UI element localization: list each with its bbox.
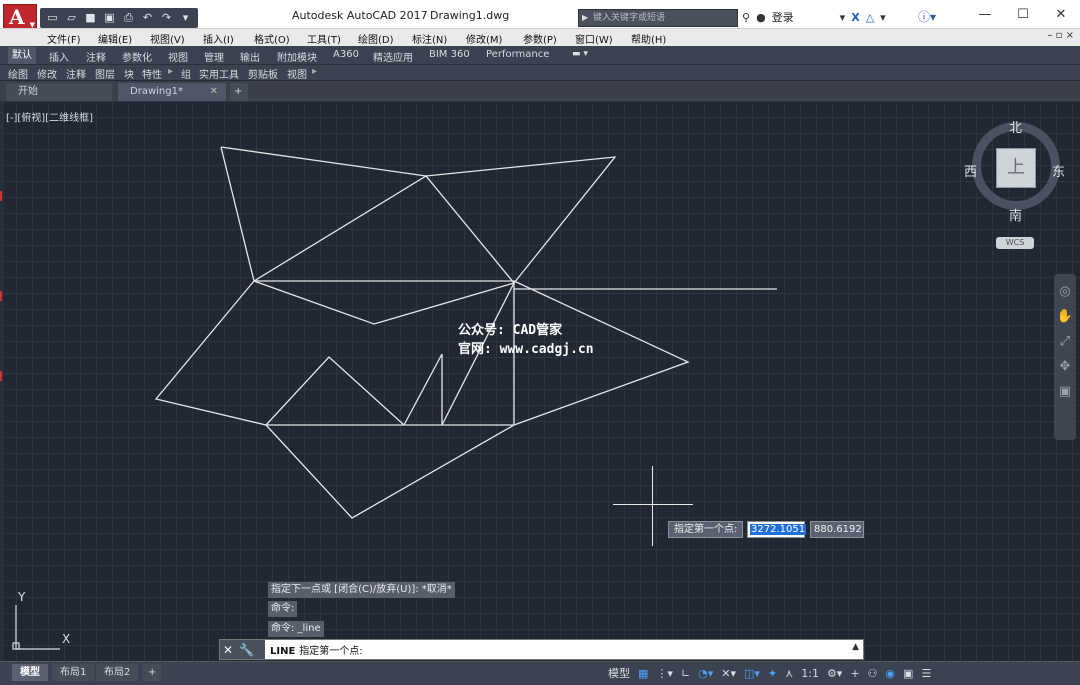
command-prompt: 指定第一个点: bbox=[299, 646, 363, 657]
compass-south[interactable]: 南 bbox=[1009, 205, 1022, 224]
watermark-line-1: 公众号: CAD管家 bbox=[458, 323, 563, 338]
drawn-line bbox=[265, 424, 515, 519]
drawn-line bbox=[403, 353, 443, 426]
watermark: 公众号: CAD管家 官网: www.cadgj.cn bbox=[458, 321, 594, 359]
close-icon[interactable]: ✕ bbox=[223, 643, 233, 657]
annotation-scale[interactable]: 1:1 bbox=[799, 665, 821, 683]
ucs-x-label: X bbox=[62, 632, 71, 646]
layout-tab-layout1[interactable]: 布局1 bbox=[52, 664, 95, 681]
navigation-bar: ◎ ✋ ⤢ ✥ ▣ bbox=[1054, 274, 1076, 440]
watermark-line-2: 官网: www.cadgj.cn bbox=[458, 342, 594, 357]
ucs-axes bbox=[15, 605, 60, 650]
add-icon[interactable]: + bbox=[848, 665, 861, 683]
dynamic-input-x-value: 3272.1051 bbox=[750, 524, 807, 535]
command-line[interactable]: ✕ 🔧 LINE 指定第一个点: ▲ bbox=[219, 639, 864, 660]
command-line-toolbar: ✕ 🔧 bbox=[220, 640, 265, 659]
drawn-line bbox=[265, 356, 405, 426]
ucs-y-label: Y bbox=[18, 590, 26, 604]
crosshair-vertical bbox=[652, 466, 653, 546]
wcs-menu-button[interactable]: WCS bbox=[996, 237, 1034, 249]
annotation-visibility-icon[interactable]: ✦ bbox=[766, 665, 779, 683]
add-layout-button[interactable]: + bbox=[143, 664, 162, 681]
polar-tracking-icon[interactable]: ◔▾ bbox=[696, 665, 715, 683]
hardware-acceleration-icon[interactable]: ◉ bbox=[883, 665, 897, 683]
command-input[interactable]: LINE 指定第一个点: bbox=[270, 642, 363, 657]
drawn-line bbox=[253, 280, 515, 325]
command-name: LINE bbox=[270, 646, 296, 657]
clean-screen-icon[interactable]: ▣ bbox=[901, 665, 915, 683]
isolate-objects-icon[interactable]: ⚇ bbox=[866, 665, 880, 683]
dynamic-input-x-field[interactable]: 3272.1051 bbox=[747, 521, 807, 538]
command-history-line: 命令: bbox=[268, 601, 298, 617]
showmotion-icon[interactable]: ▣ bbox=[1059, 384, 1071, 399]
crosshair-horizontal bbox=[613, 504, 693, 505]
compass-east[interactable]: 东 bbox=[1052, 161, 1065, 180]
zoom-extents-icon[interactable]: ⤢ bbox=[1060, 334, 1070, 349]
snap-icon[interactable]: ⋮▾ bbox=[654, 665, 675, 683]
isodraft-icon[interactable]: ✕▾ bbox=[719, 665, 738, 683]
autoscale-icon[interactable]: ⋏ bbox=[783, 665, 795, 683]
customize-wrench-icon[interactable]: 🔧 bbox=[239, 643, 254, 657]
viewcube-top-face[interactable]: 上 bbox=[996, 148, 1036, 188]
dynamic-input-prompt: 指定第一个点: bbox=[668, 521, 744, 538]
status-toggles: 模型 ▦ ⋮▾ ∟ ◔▾ ✕▾ ◫▾ ✦ ⋏ 1:1 ⚙▾ + ⚇ ◉ ▣ ☰ bbox=[606, 665, 933, 683]
workspace-gear-icon[interactable]: ⚙▾ bbox=[825, 665, 844, 683]
compass-north[interactable]: 北 bbox=[1009, 117, 1022, 136]
steering-wheel-icon[interactable]: ◎ bbox=[1059, 284, 1070, 299]
command-history-line: 命令: _line bbox=[268, 621, 324, 637]
customization-icon[interactable]: ☰ bbox=[919, 665, 933, 683]
dynamic-input-y-field[interactable]: 880.6192 bbox=[810, 521, 864, 538]
model-space-toggle[interactable]: 模型 bbox=[606, 665, 632, 683]
drawn-line bbox=[220, 146, 617, 284]
object-snap-icon[interactable]: ◫▾ bbox=[742, 665, 762, 683]
command-history-toggle-icon[interactable]: ▲ bbox=[852, 642, 859, 652]
grid-icon[interactable]: ▦ bbox=[636, 665, 650, 683]
command-history-line: 指定下一点或 [闭合(C)/放弃(U)]: *取消* bbox=[268, 582, 455, 598]
pan-hand-icon[interactable]: ✋ bbox=[1057, 309, 1073, 324]
layout-tab-model[interactable]: 模型 bbox=[12, 664, 48, 681]
ortho-icon[interactable]: ∟ bbox=[679, 665, 692, 683]
orbit-icon[interactable]: ✥ bbox=[1060, 359, 1071, 374]
compass-west[interactable]: 西 bbox=[964, 161, 977, 180]
layout-tab-layout2[interactable]: 布局2 bbox=[96, 664, 139, 681]
drawn-line bbox=[154, 280, 267, 426]
status-bar: 模型 布局1 布局2 + 模型 ▦ ⋮▾ ∟ ◔▾ ✕▾ ◫▾ ✦ ⋏ 1:1 … bbox=[0, 661, 1080, 685]
